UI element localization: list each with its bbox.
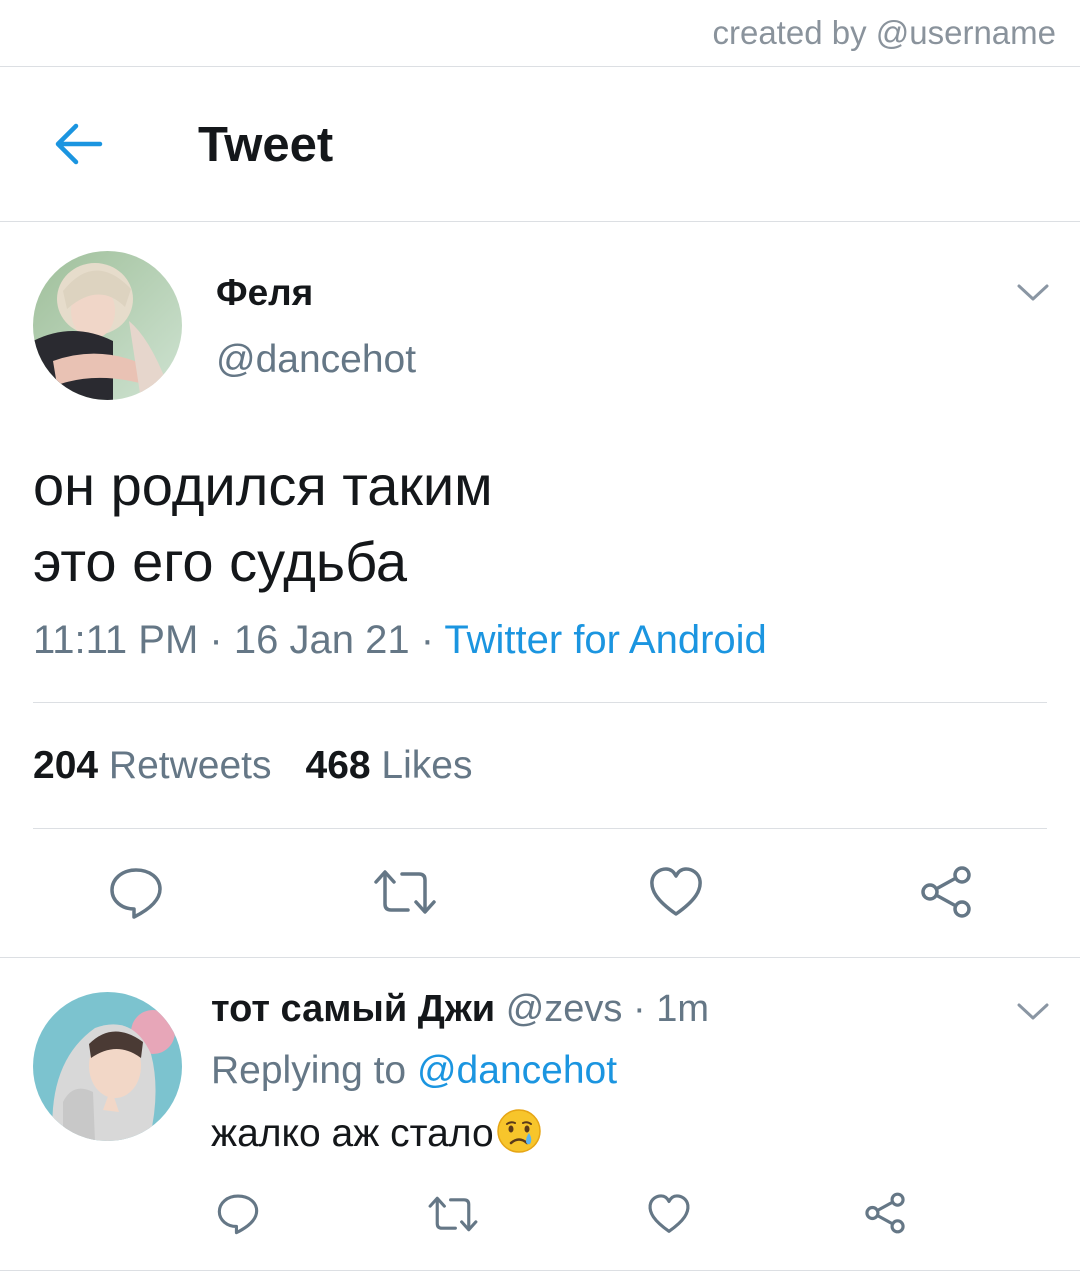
like-icon[interactable] xyxy=(648,866,704,918)
likes-count: 468 xyxy=(305,744,371,787)
tweet-time: 11:11 PM xyxy=(33,618,199,662)
arrow-left-icon[interactable] xyxy=(50,120,106,168)
reply-text: жалко аж стало xyxy=(211,1108,542,1156)
reply-display-name[interactable]: тот самый Джи xyxy=(211,988,495,1030)
replying-to: Replying to @dancehot xyxy=(211,1049,617,1093)
credit-text: created by @username xyxy=(712,14,1056,51)
retweets-count: 204 xyxy=(33,744,99,787)
reply-handle[interactable]: @zevs xyxy=(506,988,623,1030)
reply-icon[interactable] xyxy=(108,866,164,920)
avatar[interactable] xyxy=(33,992,182,1141)
mention-link[interactable]: @dancehot xyxy=(417,1049,617,1092)
reply-icon[interactable] xyxy=(216,1193,260,1235)
like-icon[interactable] xyxy=(647,1193,691,1235)
separator-dot: · xyxy=(420,618,435,662)
avatar[interactable] xyxy=(33,251,182,400)
share-icon[interactable] xyxy=(917,864,975,920)
display-name[interactable]: Феля xyxy=(216,272,313,314)
header-bar: Tweet xyxy=(0,67,1080,222)
reply-header: тот самый Джи @zevs · 1m xyxy=(211,988,709,1031)
tweet-stats: 204 Retweets 468 Likes xyxy=(33,744,472,788)
replying-prefix: Replying to xyxy=(211,1049,407,1092)
user-handle[interactable]: @dancehot xyxy=(216,338,416,382)
tweet-date: 16 Jan 21 xyxy=(233,618,410,662)
retweets-stat[interactable]: 204 Retweets xyxy=(33,744,272,787)
chevron-down-icon[interactable] xyxy=(1016,1001,1050,1023)
credit-bar: created by @username xyxy=(0,0,1080,67)
share-icon[interactable] xyxy=(862,1191,908,1235)
page-title: Tweet xyxy=(198,118,334,172)
separator-dot: · xyxy=(632,988,646,1030)
separator-dot: · xyxy=(209,618,223,662)
divider xyxy=(0,1270,1080,1271)
tweet-meta: 11:11 PM · 16 Jan 21 · Twitter for Andro… xyxy=(33,618,767,663)
retweet-icon[interactable] xyxy=(372,866,438,918)
tweet-text-line: это его судьба xyxy=(33,530,408,593)
divider xyxy=(0,957,1080,958)
likes-stat[interactable]: 468 Likes xyxy=(306,744,473,787)
reply-time: 1m xyxy=(656,988,709,1030)
reply-text-content: жалко аж стало xyxy=(211,1112,494,1155)
tweet-text-line: он родился таким xyxy=(33,454,493,517)
crying-face-emoji xyxy=(496,1109,541,1153)
retweets-label: Retweets xyxy=(108,744,272,787)
likes-label: Likes xyxy=(381,744,473,787)
tweet-text: он родился таким это его судьба xyxy=(33,448,493,600)
divider xyxy=(33,828,1047,829)
divider xyxy=(33,702,1047,703)
retweet-icon[interactable] xyxy=(427,1193,479,1235)
tweet-source-link[interactable]: Twitter for Android xyxy=(444,618,766,662)
chevron-down-icon[interactable] xyxy=(1016,282,1050,304)
